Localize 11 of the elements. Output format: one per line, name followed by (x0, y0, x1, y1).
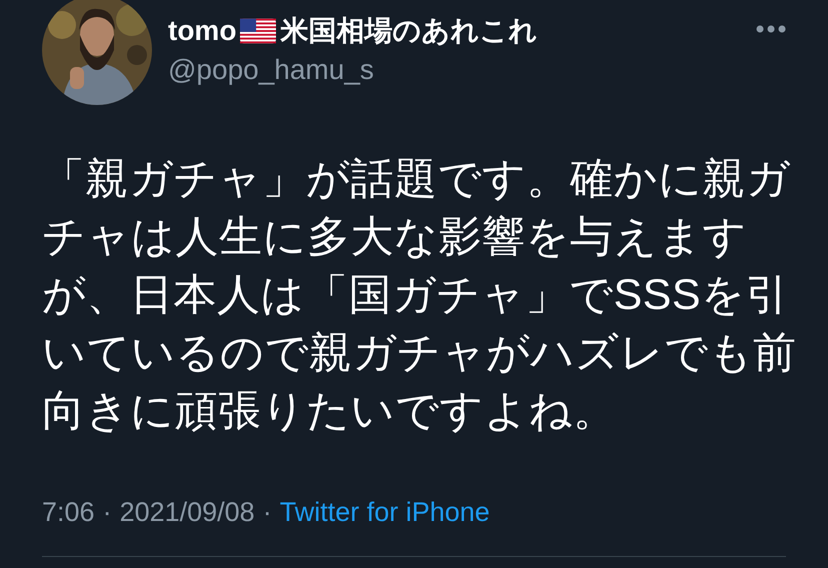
more-options-icon[interactable] (756, 24, 786, 34)
display-name-suffix: 米国相場のあれこれ (280, 14, 538, 48)
tweet-text: 「親ガチャ」が話題です。確かに親ガ チャは人生に多大な影響を与えます が、日本人は「国ガチャ」でSSSを引 いているので親ガチャがハズレでも前 向きに頑張りたいですよね。 (42, 154, 798, 437)
user-handle[interactable]: @popo_hamu_s (168, 53, 538, 87)
source-link[interactable]: Twitter for iPhone (280, 492, 490, 532)
separator: · (262, 496, 272, 529)
tweet-time: 7:06 (42, 496, 95, 529)
separator: · (102, 496, 112, 529)
display-name: tomo (168, 14, 236, 48)
flag-icon (240, 18, 276, 44)
tweet-date: 2021/09/08 (120, 496, 255, 529)
